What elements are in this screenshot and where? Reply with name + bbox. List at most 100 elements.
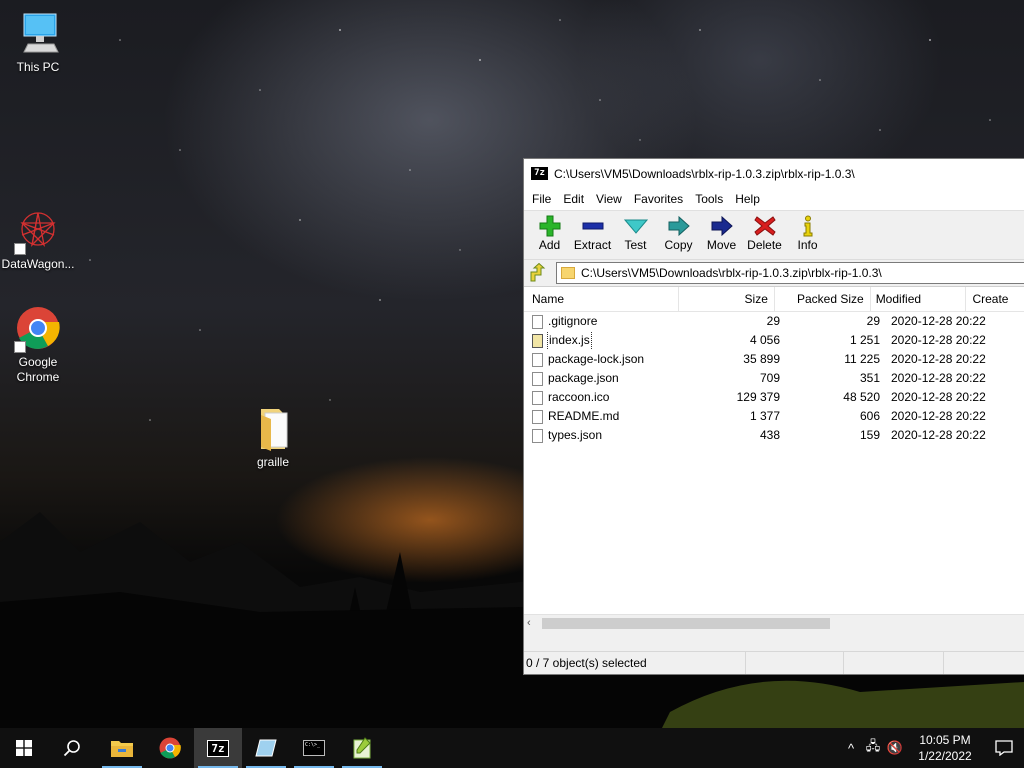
table-row[interactable]: raccoon.ico 129 379 48 520 2020-12-28 20… (524, 388, 1024, 407)
file-modified: 2020-12-28 20:22 (891, 352, 986, 366)
desktop-icon-google-chrome[interactable]: Google Chrome (0, 305, 76, 385)
file-name: .gitignore (548, 314, 598, 328)
scroll-left-icon[interactable]: ‹ (527, 617, 531, 629)
desktop-icon-graille[interactable]: graille (235, 405, 311, 470)
info-button[interactable]: Info (786, 211, 829, 252)
menu-file[interactable]: File (526, 188, 557, 210)
file-packed-size: 159 (859, 428, 880, 442)
clock[interactable]: 10:05 PM 1/22/2022 (906, 732, 984, 764)
status-bar: 0 / 7 object(s) selected (524, 651, 1024, 674)
notification-button[interactable] (984, 728, 1024, 768)
taskbar-app[interactable] (242, 728, 290, 768)
add-button[interactable]: Add (528, 211, 571, 252)
file-packed-size: 29 (866, 314, 880, 328)
desktop-icon-datawagon[interactable]: DataWagon... (0, 207, 76, 272)
folder-up-icon[interactable] (528, 263, 548, 283)
extract-button[interactable]: Extract (571, 211, 614, 252)
shortcut-arrow-icon (14, 243, 26, 255)
taskbar-chrome[interactable] (146, 728, 194, 768)
7zip-icon: 7z (207, 739, 229, 757)
file-size: 4 056 (749, 333, 780, 347)
window-title: C:\Users\VM5\Downloads\rblx-rip-1.0.3.zi… (554, 166, 855, 181)
desktop-icon-label: DataWagon... (1, 257, 75, 271)
delete-button[interactable]: Delete (743, 211, 786, 252)
status-segment (844, 652, 944, 674)
taskbar-notepadpp[interactable] (338, 728, 386, 768)
notepad-plus-plus-icon (353, 737, 371, 759)
menu-tools[interactable]: Tools (689, 188, 729, 210)
file-packed-size: 606 (859, 409, 880, 423)
table-row[interactable]: package.json 709 351 2020-12-28 20:22 (524, 369, 1024, 388)
menu-bar: File Edit View Favorites Tools Help (524, 188, 1024, 210)
network-icon[interactable]: 🖧 (862, 737, 884, 759)
selection-status: 0 / 7 object(s) selected (524, 652, 746, 674)
address-field[interactable]: C:\Users\VM5\Downloads\rblx-rip-1.0.3.zi… (556, 262, 1024, 284)
file-name: raccoon.ico (548, 390, 610, 404)
table-row[interactable]: .gitignore 29 29 2020-12-28 20:22 (524, 312, 1024, 331)
taskbar-command-prompt[interactable]: C:\>_ (290, 728, 338, 768)
file-icon (532, 428, 543, 443)
title-bar[interactable]: 7z C:\Users\VM5\Downloads\rblx-rip-1.0.3… (524, 159, 1024, 188)
table-row[interactable]: package-lock.json 35 899 11 225 2020-12-… (524, 350, 1024, 369)
menu-view[interactable]: View (590, 188, 628, 210)
file-modified: 2020-12-28 20:22 (891, 333, 986, 347)
start-button[interactable] (0, 728, 48, 768)
clock-time: 10:05 PM (919, 733, 971, 747)
file-packed-size: 1 251 (849, 333, 880, 347)
file-list[interactable]: Name Size Packed Size Modified Create .g… (524, 286, 1024, 632)
table-row[interactable]: README.md 1 377 606 2020-12-28 20:22 (524, 407, 1024, 426)
clock-date: 1/22/2022 (918, 749, 972, 763)
copy-button[interactable]: Copy (657, 211, 700, 252)
script-file-icon (532, 333, 543, 348)
taskbar-7zip[interactable]: 7z (194, 728, 242, 768)
chrome-icon (14, 305, 62, 353)
file-size: 35 899 (743, 352, 780, 366)
move-button[interactable]: Move (700, 211, 743, 252)
file-size: 1 377 (749, 409, 780, 423)
desktop-icon-this-pc[interactable]: This PC (0, 10, 76, 75)
folder-icon (249, 405, 297, 453)
file-icon (532, 371, 543, 386)
checkmark-icon (623, 219, 648, 234)
volume-muted-icon[interactable]: 🔇 (884, 740, 906, 756)
file-size: 129 379 (736, 390, 780, 404)
command-prompt-icon: C:\>_ (303, 740, 325, 756)
delete-x-icon (753, 216, 776, 236)
column-header-modified[interactable]: Modified (871, 287, 967, 311)
file-modified: 2020-12-28 20:22 (891, 371, 986, 385)
scrollbar-thumb[interactable] (542, 618, 830, 629)
column-header-created[interactable]: Create (966, 287, 1024, 311)
menu-edit[interactable]: Edit (557, 188, 590, 210)
column-header-size[interactable]: Size (679, 287, 775, 311)
address-bar: C:\Users\VM5\Downloads\rblx-rip-1.0.3.zi… (524, 259, 1024, 287)
status-segment (944, 652, 1024, 674)
add-label: Add (538, 238, 561, 252)
file-size: 29 (766, 314, 780, 328)
taskbar-file-explorer[interactable] (98, 728, 146, 768)
7zip-file-manager-window[interactable]: 7z C:\Users\VM5\Downloads\rblx-rip-1.0.3… (523, 158, 1024, 675)
search-button[interactable] (48, 728, 96, 768)
test-button[interactable]: Test (614, 211, 657, 252)
file-size: 709 (759, 371, 780, 385)
table-row[interactable]: index.js 4 056 1 251 2020-12-28 20:22 (524, 331, 1024, 350)
column-header-packed-size[interactable]: Packed Size (775, 287, 871, 311)
file-icon (532, 409, 543, 424)
file-size: 438 (759, 428, 780, 442)
taskbar: 7z C:\>_ ^ 🖧 🔇 10:05 PM 1/22/2022 (0, 728, 1024, 768)
file-name: types.json (548, 428, 603, 442)
list-header: Name Size Packed Size Modified Create (524, 287, 1024, 312)
menu-favorites[interactable]: Favorites (628, 188, 689, 210)
file-name: README.md (548, 409, 620, 423)
column-header-name[interactable]: Name (524, 287, 680, 311)
table-row[interactable]: types.json 438 159 2020-12-28 20:22 (524, 426, 1024, 445)
file-icon (532, 390, 543, 405)
desktop-icon-label: Google Chrome (16, 355, 60, 384)
horizontal-scrollbar[interactable]: ‹ (524, 614, 1024, 632)
file-name: index.js (547, 331, 592, 350)
menu-help[interactable]: Help (729, 188, 766, 210)
status-segment (746, 652, 844, 674)
chevron-up-icon[interactable]: ^ (840, 741, 862, 756)
shortcut-arrow-icon (14, 341, 26, 353)
system-tray: ^ 🖧 🔇 10:05 PM 1/22/2022 (840, 728, 1024, 768)
windows-logo-icon (16, 740, 32, 756)
